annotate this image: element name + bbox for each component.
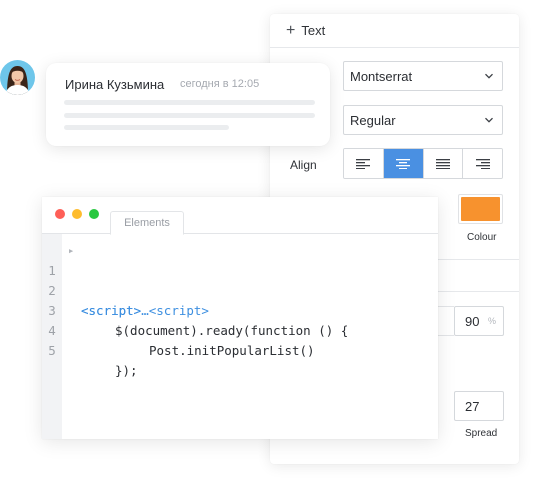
- colour-label: Colour: [467, 232, 497, 243]
- section-title: Text: [301, 23, 326, 38]
- chat-message-card[interactable]: Ирина Кузьмина сегодня в 12:05: [46, 63, 330, 146]
- align-justify-button[interactable]: [423, 149, 464, 178]
- code-line: 5 });: [42, 321, 438, 378]
- expand-triangle-icon[interactable]: ▶: [69, 241, 73, 261]
- colour-swatch[interactable]: [458, 194, 503, 224]
- minimize-window-dot[interactable]: [72, 209, 82, 219]
- divider: [436, 259, 519, 260]
- font-weight-select[interactable]: Regular: [343, 105, 503, 135]
- align-center-button[interactable]: [383, 149, 424, 178]
- opacity-slider-field[interactable]: [436, 306, 454, 336]
- avatar: [0, 60, 35, 95]
- align-left-icon: [356, 158, 371, 169]
- percent-unit: %: [487, 316, 496, 326]
- align-right-button[interactable]: [463, 149, 502, 178]
- code-editor[interactable]: 1 ▶ <script>…<script> 2 <script> 3 $(doc…: [42, 234, 438, 439]
- spread-label: Spread: [465, 428, 498, 439]
- tab-elements-label: Elements: [124, 217, 170, 229]
- code-line: 3 $(document).ready(function () {: [42, 281, 438, 338]
- align-left-button[interactable]: [344, 149, 384, 178]
- maximize-window-dot[interactable]: [89, 209, 99, 219]
- align-center-icon: [396, 158, 411, 169]
- spread-input[interactable]: 27: [454, 391, 504, 421]
- align-right-icon: [475, 158, 490, 169]
- tab-elements[interactable]: Elements: [110, 211, 184, 235]
- message-text-placeholder: [64, 100, 315, 105]
- font-weight-value: Regular: [350, 112, 396, 128]
- devtools-window: Elements 1 ▶ <script>…<script> 2 <script…: [42, 197, 438, 439]
- align-button-group: [343, 148, 503, 179]
- opacity-value: 90: [465, 313, 480, 329]
- message-text-placeholder: [64, 125, 229, 130]
- code-text: });: [115, 363, 138, 378]
- align-label: Align: [290, 158, 317, 172]
- chevron-down-icon: [485, 73, 493, 79]
- plus-icon[interactable]: +: [286, 22, 295, 39]
- message-text-placeholder: [64, 113, 315, 118]
- font-family-value: Montserrat: [350, 68, 413, 84]
- line-number: 5: [48, 343, 56, 358]
- opacity-input[interactable]: 90 %: [454, 306, 504, 336]
- align-justify-icon: [435, 158, 450, 169]
- code-line: 1 ▶ <script>…<script>: [42, 241, 438, 318]
- code-line: 4 Post.initPopularList(): [42, 301, 438, 358]
- font-family-select[interactable]: Montserrat: [343, 61, 503, 91]
- spread-value: 27: [465, 398, 480, 414]
- code-text: Post.initPopularList(): [149, 343, 315, 358]
- chevron-down-icon: [485, 117, 493, 123]
- colour-swatch-fill: [461, 197, 500, 221]
- code-line: 2 <script>: [42, 261, 438, 318]
- message-time: сегодня в 12:05: [180, 78, 260, 90]
- message-author: Ирина Кузьмина: [65, 77, 165, 92]
- close-window-dot[interactable]: [55, 209, 65, 219]
- divider: [436, 291, 519, 292]
- devtools-titlebar: Elements: [42, 197, 438, 235]
- text-section-header[interactable]: + Text: [270, 14, 519, 48]
